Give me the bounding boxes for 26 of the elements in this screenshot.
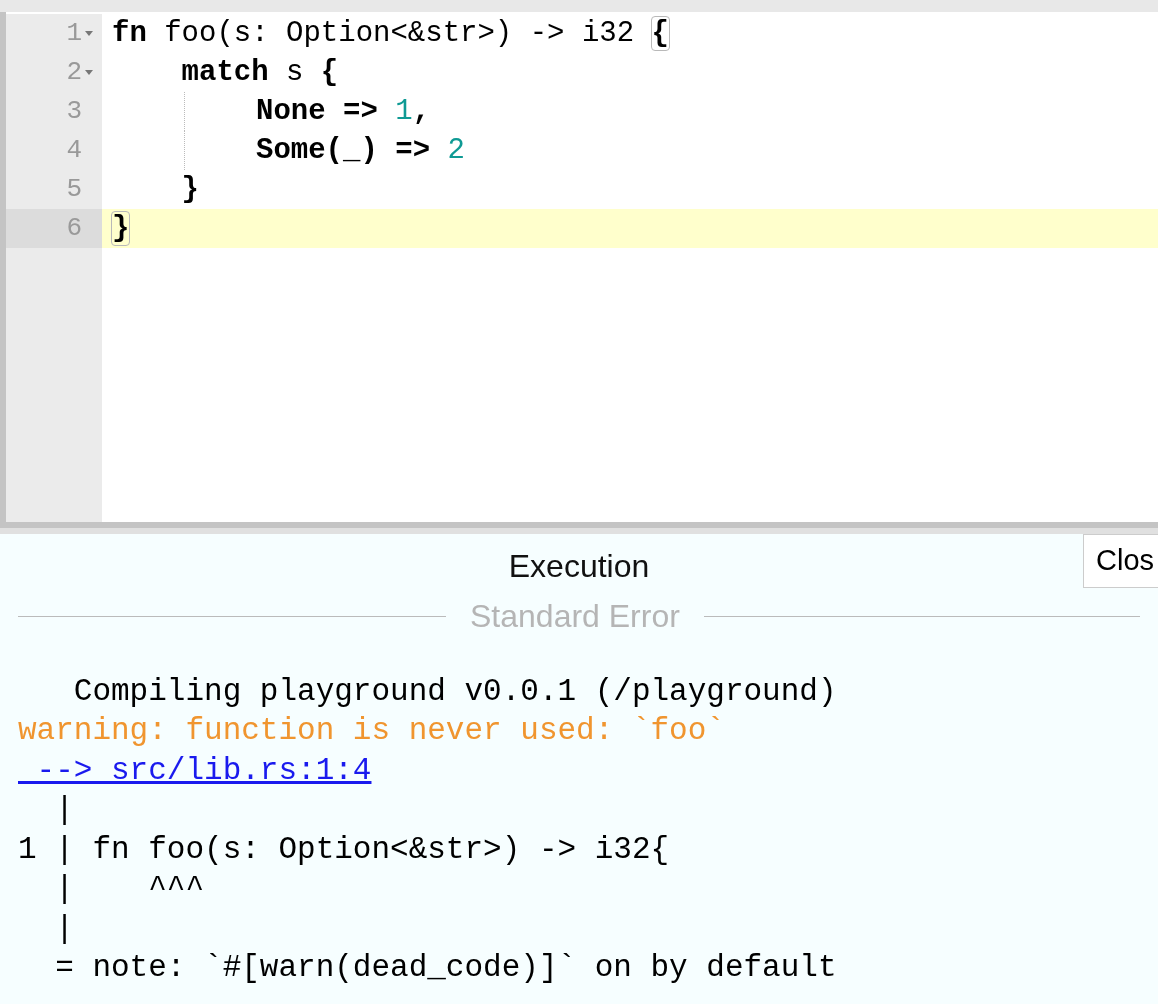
output-line: |: [54, 791, 74, 829]
code-line: fn foo(s: Option<&str>) -> i32 {: [112, 15, 669, 52]
output-line: = note: `#[warn(dead_code)]` on by default: [54, 949, 837, 987]
panel-title: Execution: [508, 547, 650, 586]
output-line: Compiling playground v0.0.1 (/playground): [72, 672, 837, 711]
close-button[interactable]: Clos: [1083, 534, 1158, 588]
code-line: match s {: [180, 54, 339, 91]
line-number: 3: [66, 95, 82, 128]
output-line: | ^^^: [54, 870, 205, 908]
line-number: 4: [66, 134, 82, 167]
section-heading: Standard Error: [470, 597, 680, 636]
fold-caret-icon[interactable]: [85, 31, 93, 36]
output-line: |: [54, 909, 74, 948]
output-line: 1 | fn foo(s: Option<&str>) -> i32{: [18, 830, 670, 869]
code-line: None => 1,: [256, 93, 431, 130]
code-line: Some(_) => 2: [256, 132, 465, 169]
line-number: 1: [66, 17, 82, 50]
line-number: 5: [66, 173, 82, 206]
fold-caret-icon[interactable]: [85, 70, 93, 75]
code-line: }: [112, 210, 130, 247]
warning-message: warning: function is never used: `foo`: [18, 712, 725, 750]
line-number: 6: [66, 212, 82, 245]
line-number: 2: [66, 56, 82, 89]
code-line: }: [180, 171, 199, 208]
code-editor[interactable]: 1 fn foo(s: Option<&str>) -> i32 { 2 match s { 3 None => 1, 4 Some(_) => 2 5 } 6 }: [0, 12, 1158, 528]
source-link[interactable]: --> src/lib.rs:1:4: [18, 747, 372, 794]
